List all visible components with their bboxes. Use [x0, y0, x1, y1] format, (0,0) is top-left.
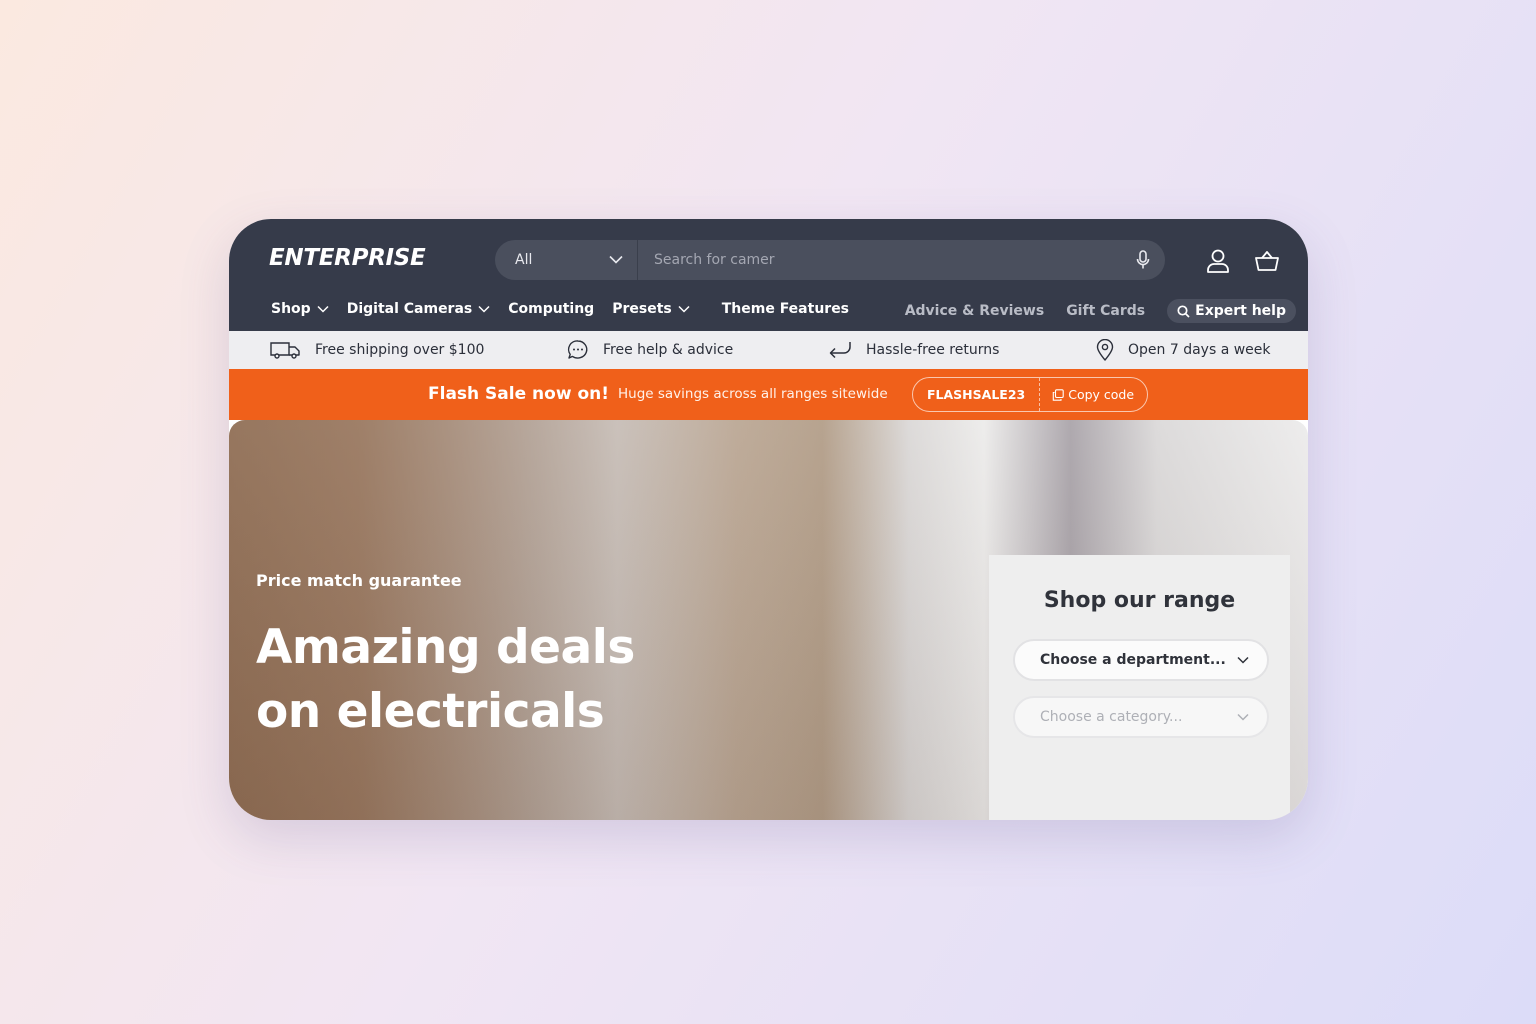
main-nav: Shop Digital Cameras Computing Presets T…: [271, 301, 867, 317]
usp-bar: Free shipping over $100 Free help & advi…: [229, 331, 1308, 369]
chevron-down-icon: [678, 305, 690, 313]
nav-item-label: Digital Cameras: [346, 301, 473, 317]
usp-item-help: Free help & advice: [567, 331, 733, 369]
hero-eyebrow: Price match guarantee: [256, 571, 462, 590]
hero-banner: Price match guarantee Amazing deals on e…: [229, 420, 1308, 820]
search-category-label: All: [515, 252, 533, 268]
basket-icon[interactable]: [1253, 247, 1281, 275]
expert-help-button[interactable]: Expert help: [1167, 299, 1296, 323]
chevron-down-icon: [1237, 656, 1249, 664]
department-select-label: Choose a department...: [1040, 652, 1226, 668]
shop-range-panel: Shop our range Choose a department... Ch…: [989, 555, 1290, 820]
location-pin-icon: [1096, 339, 1114, 361]
hero-title-line: on electricals: [256, 684, 605, 739]
search-input[interactable]: [638, 240, 1121, 280]
flash-sale-banner: Flash Sale now on! Huge savings across a…: [229, 369, 1308, 420]
coupon-code: FLASHSALE23: [913, 378, 1041, 411]
copy-code-label: Copy code: [1068, 387, 1135, 402]
hero-title-line: Amazing deals: [256, 620, 635, 675]
search-icon: [1177, 304, 1190, 318]
usp-item-hours: Open 7 days a week: [1096, 331, 1271, 369]
gift-cards-link[interactable]: Gift Cards: [1066, 303, 1145, 319]
secondary-nav: Advice & Reviews Gift Cards Expert help: [905, 299, 1296, 323]
category-select[interactable]: Choose a category...: [1013, 696, 1269, 738]
browser-window: ENTERPRISE All Shop D: [229, 219, 1308, 820]
usp-item-returns: Hassle-free returns: [828, 331, 999, 369]
return-arrow-icon: [829, 342, 851, 359]
chevron-down-icon: [609, 252, 623, 268]
chevron-down-icon: [1237, 713, 1249, 721]
account-icon[interactable]: [1204, 247, 1232, 275]
nav-item-theme-features[interactable]: Theme Features: [722, 301, 849, 317]
usp-label: Hassle-free returns: [866, 342, 1000, 358]
shop-range-title: Shop our range: [1043, 588, 1236, 613]
search-bar: All: [495, 240, 1165, 280]
nav-item-label: Shop: [271, 301, 311, 317]
flash-sale-subtitle: Huge savings across all ranges sitewide: [618, 386, 888, 402]
department-select[interactable]: Choose a department...: [1013, 639, 1269, 681]
delivery-truck-icon: [270, 342, 300, 359]
nav-item-digital-cameras[interactable]: Digital Cameras: [347, 301, 491, 317]
nav-item-shop[interactable]: Shop: [271, 301, 329, 317]
chat-bubble-icon: [567, 340, 588, 359]
category-select-label: Choose a category...: [1040, 709, 1183, 725]
nav-item-label: Theme Features: [721, 301, 850, 317]
flash-sale-title: Flash Sale now on!: [428, 384, 609, 404]
usp-item-shipping: Free shipping over $100: [270, 331, 484, 369]
hero-title: Amazing deals on electricals: [256, 616, 635, 744]
chevron-down-icon: [478, 305, 490, 313]
nav-item-computing[interactable]: Computing: [508, 301, 594, 317]
copy-code-button[interactable]: Copy code: [1040, 387, 1146, 402]
site-logo[interactable]: ENTERPRISE: [269, 245, 426, 271]
site-header: ENTERPRISE All Shop D: [229, 219, 1308, 331]
copy-icon: [1052, 388, 1064, 401]
coupon-pill: FLASHSALE23 Copy code: [912, 377, 1148, 412]
nav-item-label: Computing: [508, 301, 595, 317]
nav-item-presets[interactable]: Presets: [612, 301, 690, 317]
microphone-icon[interactable]: [1121, 240, 1165, 280]
nav-item-label: Presets: [612, 301, 672, 317]
usp-label: Free shipping over $100: [315, 342, 485, 358]
chevron-down-icon: [317, 305, 329, 313]
search-category-select[interactable]: All: [495, 240, 638, 280]
usp-label: Open 7 days a week: [1128, 342, 1271, 358]
usp-label: Free help & advice: [603, 342, 734, 358]
expert-help-label: Expert help: [1195, 303, 1286, 319]
advice-reviews-link[interactable]: Advice & Reviews: [905, 303, 1045, 319]
